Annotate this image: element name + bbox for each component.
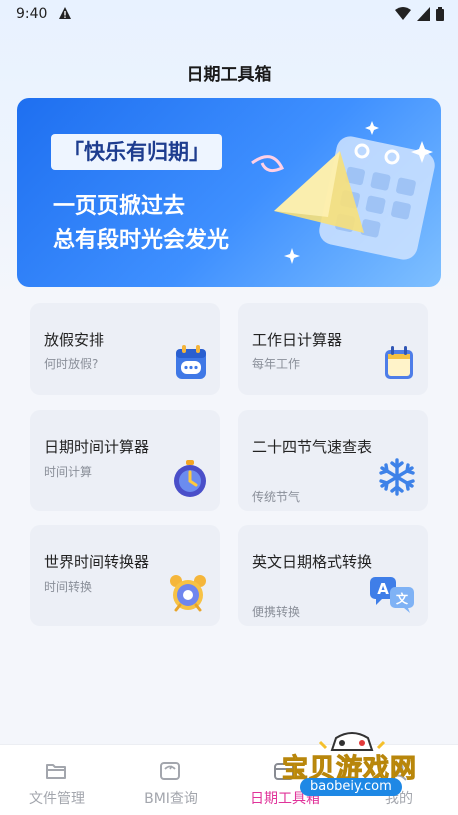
tab-label: BMI查询 [144, 791, 198, 807]
status-bar: 9:40 [0, 0, 458, 28]
calendar-illustration-icon [251, 121, 435, 264]
watermark-url: baobeiy.com [300, 778, 402, 796]
snowflake-icon [379, 458, 415, 496]
stopwatch-icon [174, 460, 206, 497]
watermark-logo: 宝贝游戏网 baobeiy.com [270, 720, 440, 800]
signal-icon [417, 6, 430, 25]
tool-subtitle: 何时放假? [44, 357, 99, 371]
banner-line-2: 总有段时光会发光 [53, 228, 230, 253]
scale-icon [160, 762, 180, 780]
folder-icon [46, 764, 66, 779]
tool-card-datetime-calculator[interactable]: 日期时间计算器 时间计算 [30, 410, 220, 511]
wifi-icon [395, 6, 411, 25]
tool-card-holiday[interactable]: 放假安排 何时放假? [30, 303, 220, 395]
tool-card-solar-terms[interactable]: 二十四节气速查表 传统节气 [238, 410, 428, 511]
tool-card-world-time[interactable]: 世界时间转换器 时间转换 [30, 525, 220, 626]
banner-tag: 「快乐有归期」 [51, 134, 222, 170]
tool-title: 二十四节气速查表 [252, 438, 373, 456]
tool-subtitle: 时间转换 [44, 580, 93, 594]
tool-title: 世界时间转换器 [44, 553, 150, 571]
tool-subtitle: 传统节气 [252, 490, 301, 504]
alarm-clock-icon [170, 575, 206, 612]
calendar-chat-icon [176, 345, 206, 379]
tab-file-manager[interactable]: 文件管理 [0, 745, 114, 815]
tool-title: 工作日计算器 [252, 331, 343, 349]
tool-card-workday[interactable]: 工作日计算器 每年工作 [238, 303, 428, 395]
status-time: 9:40 [16, 6, 48, 22]
tool-subtitle: 每年工作 [252, 357, 301, 371]
calendar-icon [385, 346, 413, 379]
page-title: 日期工具箱 [186, 65, 272, 85]
tool-subtitle: 时间计算 [44, 465, 93, 479]
svg-text:A: A [377, 580, 389, 598]
tool-card-english-date-format[interactable]: 英文日期格式转换 便携转换 A 文 [238, 525, 428, 626]
translate-icon: A 文 [370, 577, 414, 613]
promo-banner[interactable]: 「快乐有归期」 一页页掀过去 总有段时光会发光 [17, 98, 441, 287]
warning-icon [58, 5, 72, 24]
tool-title: 放假安排 [44, 331, 105, 349]
battery-icon [436, 6, 444, 25]
tab-bmi[interactable]: BMI查询 [114, 745, 228, 815]
tool-subtitle: 便携转换 [252, 605, 301, 619]
tab-label: 文件管理 [29, 791, 85, 807]
tool-title: 日期时间计算器 [44, 438, 150, 456]
banner-line-1: 一页页掀过去 [53, 194, 186, 219]
tool-title: 英文日期格式转换 [252, 553, 373, 571]
svg-text:文: 文 [396, 591, 409, 606]
